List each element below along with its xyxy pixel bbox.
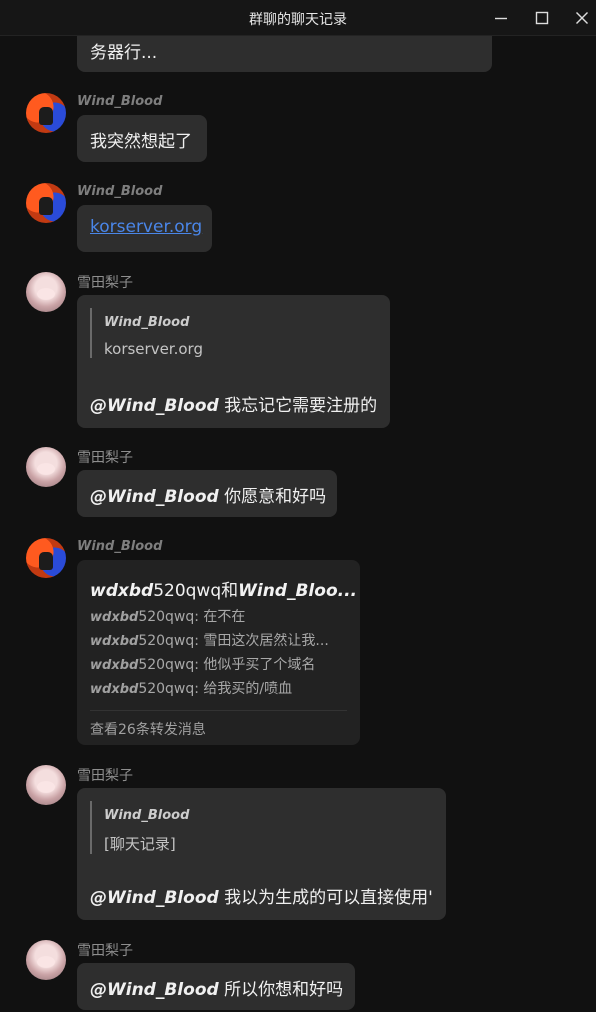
message-bubble[interactable]: 务器行... xyxy=(77,36,492,72)
message-body: 我以为生成的可以直接使用' xyxy=(218,888,433,908)
message-body: 我忘记它需要注册的 xyxy=(218,396,378,416)
mention[interactable]: @Wind_Blood xyxy=(90,396,219,416)
avatar[interactable] xyxy=(26,765,66,805)
message-text: @Wind_Blood 我忘记它需要注册的 xyxy=(90,391,377,416)
forward-line: wdxbd520qwq: 他似乎买了个域名 xyxy=(90,657,316,673)
forward-footer[interactable]: 查看26条转发消息 xyxy=(90,719,206,739)
forward-line: wdxbd520qwq: 在不在 xyxy=(90,609,246,625)
maximize-icon xyxy=(535,11,549,25)
message-text: @Wind_Blood 你愿意和好吗 xyxy=(90,482,326,507)
message-text: @Wind_Blood 我以为生成的可以直接使用' xyxy=(90,883,433,908)
avatar[interactable] xyxy=(26,538,66,578)
sender-name: 雪田梨子 xyxy=(77,943,133,959)
avatar[interactable] xyxy=(26,183,66,223)
message-text: 我突然想起了 xyxy=(90,132,192,152)
title-bar: 群聊的聊天记录 xyxy=(0,0,596,36)
message-text: @Wind_Blood 所以你想和好吗 xyxy=(90,975,343,1000)
sender-name: Wind_Blood xyxy=(77,94,163,109)
maximize-button[interactable] xyxy=(528,6,556,30)
forward-title: wdxbd520qwq和Wind_Bloo... xyxy=(90,581,357,601)
quote-author: Wind_Blood xyxy=(104,808,190,823)
message-text: 务器行... xyxy=(90,43,158,63)
mention[interactable]: @Wind_Blood xyxy=(90,487,219,507)
message-bubble[interactable]: Wind_Blood [聊天记录] @Wind_Blood 我以为生成的可以直接… xyxy=(77,788,446,920)
message-bubble[interactable]: @Wind_Blood 所以你想和好吗 xyxy=(77,963,355,1010)
message-link[interactable]: korserver.org xyxy=(90,217,202,237)
minimize-button[interactable] xyxy=(487,6,515,30)
sender-name: Wind_Blood xyxy=(77,539,163,554)
avatar[interactable] xyxy=(26,272,66,312)
sender-name: 雪田梨子 xyxy=(77,450,133,466)
close-icon xyxy=(576,12,588,24)
reply-quote[interactable]: Wind_Blood korserver.org xyxy=(90,308,203,358)
chat-history[interactable]: 务器行... Wind_Blood 我突然想起了 Wind_Blood kors… xyxy=(0,36,596,1012)
forward-line: wdxbd520qwq: 雪田这次居然让我... xyxy=(90,633,329,649)
message-bubble[interactable]: korserver.org xyxy=(77,205,212,252)
avatar[interactable] xyxy=(26,93,66,133)
forward-line: wdxbd520qwq: 给我买的/喷血 xyxy=(90,681,293,697)
mention[interactable]: @Wind_Blood xyxy=(90,888,219,908)
avatar[interactable] xyxy=(26,447,66,487)
sender-name: 雪田梨子 xyxy=(77,275,133,291)
message-bubble[interactable]: Wind_Blood korserver.org @Wind_Blood 我忘记… xyxy=(77,295,390,428)
message-body: 你愿意和好吗 xyxy=(218,487,327,507)
message-bubble[interactable]: @Wind_Blood 你愿意和好吗 xyxy=(77,470,337,517)
sender-name: 雪田梨子 xyxy=(77,768,133,784)
divider xyxy=(90,710,347,711)
quote-author: Wind_Blood xyxy=(104,315,190,330)
reply-quote[interactable]: Wind_Blood [聊天记录] xyxy=(90,801,189,854)
message-bubble[interactable]: 我突然想起了 xyxy=(77,115,207,162)
sender-name: Wind_Blood xyxy=(77,184,163,199)
mention[interactable]: @Wind_Blood xyxy=(90,980,219,1000)
forwarded-chat-card[interactable]: wdxbd520qwq和Wind_Bloo... wdxbd520qwq: 在不… xyxy=(77,560,360,745)
message-body: 所以你想和好吗 xyxy=(218,980,344,1000)
close-button[interactable] xyxy=(568,6,596,30)
avatar[interactable] xyxy=(26,940,66,980)
quote-text: [聊天记录] xyxy=(104,835,176,853)
minimize-icon xyxy=(495,17,507,20)
quote-text: korserver.org xyxy=(104,340,203,358)
